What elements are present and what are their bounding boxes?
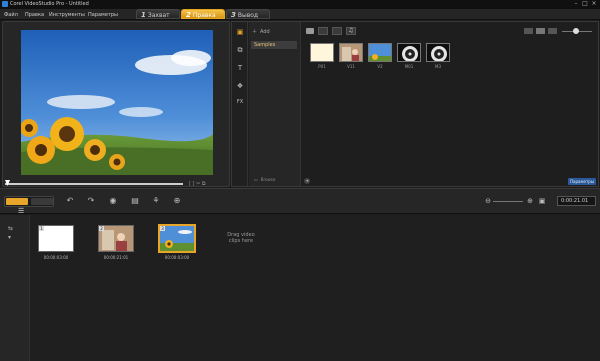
- tab-capture[interactable]: 1 Захват: [136, 9, 180, 19]
- title-icon[interactable]: T: [235, 64, 245, 73]
- tab-edit-number: 2: [186, 11, 191, 19]
- track-manager-panel: ☰ ⇆ ▾: [0, 207, 30, 361]
- storyboard-clip[interactable]: 2: [98, 225, 134, 252]
- show-audio-icon[interactable]: ♫: [346, 27, 356, 35]
- storyboard-view-button[interactable]: [6, 198, 28, 205]
- redo-icon[interactable]: ↷: [86, 196, 96, 206]
- library-category-bar: ▣ ⧉ T ❖ FX: [232, 22, 248, 186]
- library-panel: ▣ ⧉ T ❖ FX ＋ Add Samples ▭ Browse ♫ P01 …: [231, 21, 599, 187]
- video-thumbnail: [340, 44, 362, 61]
- clip-duration: 00:00:03:00: [43, 255, 69, 260]
- library-item-label: P01: [318, 64, 326, 69]
- clip-duration: 00:00:03:00: [164, 255, 190, 260]
- filter-icon[interactable]: FX: [235, 98, 245, 107]
- menu-settings[interactable]: Параметры: [88, 12, 118, 18]
- title-bar: Corel VideoStudio Pro - Untitled – □ ×: [0, 0, 600, 9]
- tab-edit[interactable]: 2 Правка: [181, 9, 225, 19]
- tab-share-number: 3: [231, 11, 236, 19]
- track-manager-icon[interactable]: ☰: [18, 207, 28, 215]
- tab-edit-label: Правка: [192, 12, 216, 19]
- collapse-icon[interactable]: ◂: [304, 178, 310, 184]
- library-item-label: M01: [404, 64, 414, 69]
- scrub-bar[interactable]: [5, 183, 183, 185]
- library-item[interactable]: [426, 43, 450, 62]
- zoom-in-icon[interactable]: ⊕: [525, 196, 535, 206]
- audio-disc-icon: [431, 46, 447, 61]
- library-item[interactable]: [310, 43, 334, 62]
- library-item-label: V11: [347, 64, 355, 69]
- tab-capture-label: Захват: [147, 12, 170, 19]
- library-item-label: M3: [435, 64, 441, 69]
- add-folder-label: Add: [260, 28, 270, 35]
- audio-disc-icon: [402, 46, 418, 61]
- record-capture-icon[interactable]: ◉: [108, 196, 118, 206]
- storyboard-clip[interactable]: 1: [38, 225, 74, 252]
- sunflower-frame: [21, 30, 213, 175]
- clip-number: 2: [99, 226, 104, 231]
- chapter-icon[interactable]: ⇆: [8, 225, 13, 232]
- sort-icon[interactable]: [548, 28, 557, 34]
- options-button[interactable]: Параметры: [568, 178, 596, 185]
- window-title: Corel VideoStudio Pro - Untitled: [10, 1, 89, 7]
- thumbnail-size-handle[interactable]: [573, 28, 579, 34]
- video-thumbnail: [369, 44, 391, 61]
- insert-icon[interactable]: ▾: [8, 234, 11, 241]
- project-duration: 0:00:21.01: [557, 196, 596, 206]
- zoom-out-icon[interactable]: ⊖: [483, 196, 493, 206]
- menu-edit[interactable]: Правка: [25, 12, 44, 18]
- trim-markers[interactable]: [ ] ✂ ⧉: [189, 181, 205, 187]
- clip-duration: 00:00:21:01: [103, 255, 129, 260]
- timeline-view-button[interactable]: [31, 198, 53, 205]
- browse-button[interactable]: ▭ Browse: [254, 177, 275, 182]
- media-icon[interactable]: ▣: [235, 28, 245, 37]
- menu-bar: Файл Правка Инструменты Параметры: [0, 9, 600, 20]
- video-preview: [21, 30, 213, 175]
- motion-tracking-icon[interactable]: ⊕: [172, 196, 182, 206]
- transition-icon[interactable]: ⧉: [235, 46, 245, 55]
- sound-mixer-icon[interactable]: ▤: [130, 196, 140, 206]
- fit-project-icon[interactable]: ▣: [537, 196, 547, 206]
- zoom-slider[interactable]: [493, 201, 523, 202]
- tab-share-label: Вывод: [237, 12, 259, 19]
- undo-icon[interactable]: ↶: [65, 196, 75, 206]
- browse-folder-icon: ▭: [254, 177, 258, 182]
- show-videos-icon[interactable]: [318, 27, 328, 35]
- plus-icon: ＋: [252, 29, 258, 35]
- folder-panel: ＋ Add Samples ▭ Browse: [249, 22, 301, 186]
- timeline-toolbar: ↶ ↷ ◉ ▤ ⚘ ⊕ ⊖ ⊕ ▣ 0:00:21.01: [0, 188, 600, 214]
- close-icon[interactable]: ×: [591, 1, 597, 7]
- library-item[interactable]: [397, 43, 421, 62]
- app-icon: [2, 1, 8, 7]
- open-folder-icon[interactable]: [306, 28, 314, 34]
- maximize-icon[interactable]: □: [582, 1, 588, 7]
- library-item-label: V2: [377, 64, 383, 69]
- clip-thumbnail: [160, 226, 194, 251]
- clip-number: 1: [39, 226, 44, 231]
- folder-samples[interactable]: Samples: [251, 41, 297, 49]
- minimize-icon[interactable]: –: [573, 1, 579, 7]
- menu-file[interactable]: Файл: [4, 12, 18, 18]
- storyboard-clip-selected[interactable]: 3: [158, 224, 196, 253]
- graphics-icon[interactable]: ❖: [235, 82, 245, 91]
- menu-tools[interactable]: Инструменты: [49, 12, 85, 18]
- drop-zone-hint[interactable]: Drag video clips here: [221, 232, 261, 244]
- view-toggle: [4, 196, 54, 207]
- preview-panel: [ ] ✂ ⧉ Проект Клип ⏮ ◀ ▶ ▶ ⏭ ↻ ◖ 00:00:…: [2, 21, 230, 201]
- add-folder-button[interactable]: ＋ Add: [252, 28, 270, 36]
- library-thumbnails: ♫ P01 V11 V2 M01 M3 ◂ Параметры: [302, 22, 598, 186]
- library-item[interactable]: [339, 43, 363, 62]
- tab-share[interactable]: 3 Вывод: [226, 9, 270, 19]
- tab-capture-number: 1: [141, 11, 146, 19]
- storyboard: ☰ ⇆ ▾ 1 00:00:03:00 2 00:00:21:01 3 00:0…: [0, 207, 600, 361]
- clip-thumbnail: [99, 226, 133, 251]
- clip-number: 3: [160, 226, 165, 231]
- thumbnail-view-icon[interactable]: [536, 28, 545, 34]
- library-item[interactable]: [368, 43, 392, 62]
- auto-music-icon[interactable]: ⚘: [151, 196, 161, 206]
- list-view-icon[interactable]: [524, 28, 533, 34]
- browse-label: Browse: [260, 177, 276, 182]
- show-photos-icon[interactable]: [332, 27, 342, 35]
